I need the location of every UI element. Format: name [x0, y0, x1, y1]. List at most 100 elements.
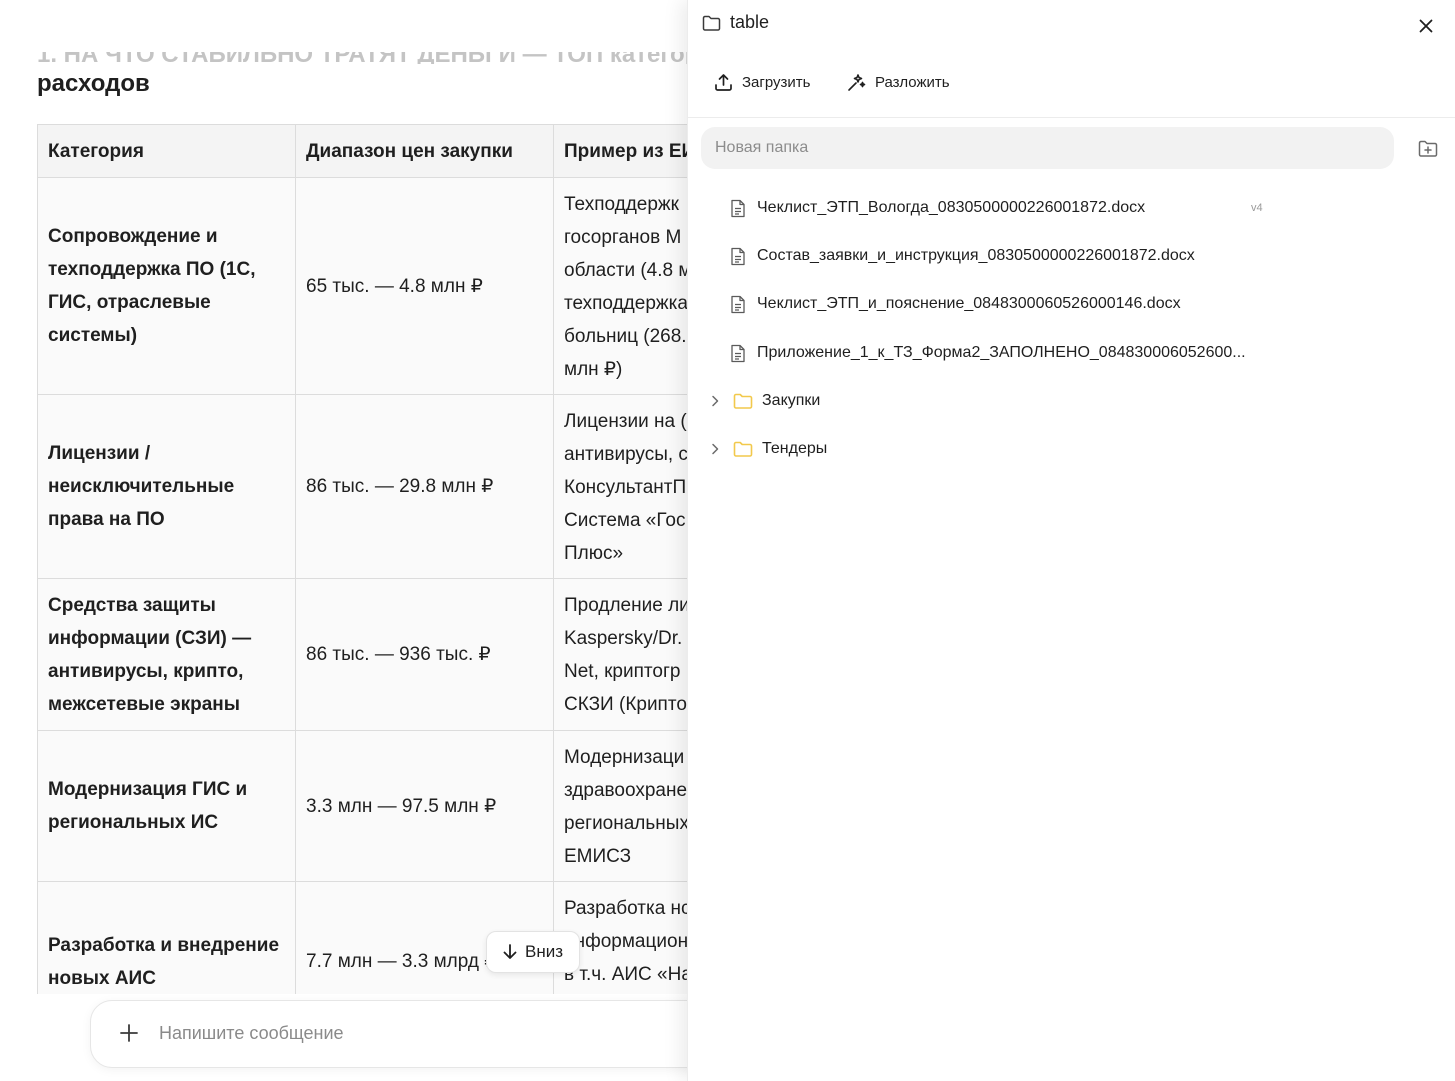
cell-category-line: неисключительные — [48, 476, 235, 497]
cell-example-line: Техподдержк — [564, 194, 679, 215]
cell-category: Сопровождение и техподдержка ПО (1С, ГИС, … — [37, 177, 296, 395]
folder-item[interactable]: Закупки — [707, 389, 820, 413]
arrange-button[interactable]: Разложить — [847, 73, 950, 92]
column-header-example: Пример из ЕИС — [553, 124, 700, 178]
section-heading: расходов — [37, 70, 150, 97]
document-icon — [730, 295, 746, 314]
scroll-down-label: Вниз — [524, 942, 564, 961]
cell-example-line: ЕМИСЗ — [564, 846, 632, 867]
new-folder-input[interactable] — [701, 127, 1394, 169]
document-icon — [730, 199, 746, 218]
file-item[interactable]: Приложение_1_к_ТЗ_Форма2_ЗАПОЛНЕНО_08483… — [730, 341, 1270, 365]
cell-category-line: Разработка и внедрение — [48, 934, 280, 956]
cell-example-line: антивирусы, с — [564, 444, 688, 465]
column-header-price-range: Диапазон цен закупки — [295, 124, 554, 178]
cell-example-line: Модернизаци — [564, 747, 685, 768]
cell-example-line: здравоохране — [564, 780, 688, 801]
cell-example-line: КонсультантП — [564, 477, 687, 498]
chevron-right-icon[interactable] — [707, 443, 723, 455]
cell-price-range: 86 тыс. — 936 тыс. ₽ — [295, 578, 554, 731]
file-name: Чеклист_ЭТП_Вологда_0830500000226001872.… — [757, 199, 1146, 216]
cell-category-line: системы) — [48, 325, 138, 346]
scroll-down-button[interactable]: Вниз — [486, 931, 580, 973]
cell-category-line: Сопровождение и — [48, 226, 218, 247]
expense-categories-table: Категория Диапазон цен закупки Пример из… — [37, 124, 700, 994]
cell-category-line: антивирусы, крипто, — [48, 660, 244, 682]
panel-title: table — [730, 12, 770, 32]
cell-example-line: Разработка нс — [564, 898, 691, 919]
cell-price-range: 86 тыс. — 29.8 млн ₽ — [295, 394, 554, 579]
table-row: Средства защиты информации (СЗИ) — антивир… — [37, 578, 700, 731]
cell-category-line: информации (СЗИ) — — [48, 627, 252, 649]
cell-category-line: Средства защиты — [48, 594, 216, 616]
cell-example-line: млн ₽) — [564, 359, 623, 380]
table-row: Разработка и внедрение новых АИС 7.7 млн —… — [37, 881, 700, 994]
cell-example: Продление ли Kaspersky/Dr. Net, криптогр СК… — [553, 578, 700, 731]
cell-example-line: информацион — [564, 931, 689, 952]
cell-example-line: Система «Гос — [564, 510, 686, 531]
table-container: Категория Диапазон цен закупки Пример из… — [37, 124, 700, 994]
cell-category-line: права на ПО — [48, 509, 165, 530]
file-item[interactable]: Состав_заявки_и_инструкция_0830500000226… — [730, 244, 1270, 268]
cell-category-line: региональных ИС — [48, 812, 219, 833]
cell-example-line: больниц (268. — [564, 326, 687, 347]
cell-example-line: в т.ч. АИС «На — [564, 964, 692, 985]
file-item[interactable]: Чеклист_ЭТП_и_пояснение_0848300060526000… — [730, 292, 1270, 316]
table-header-row: Категория Диапазон цен закупки Пример из… — [37, 124, 700, 178]
cell-example: Модернизаци здравоохране региональных ЕМИСЗ — [553, 730, 700, 882]
column-header-category: Категория — [37, 124, 296, 178]
cell-example-line: Лицензии на ( — [564, 411, 687, 432]
upload-button[interactable]: Загрузить — [714, 73, 811, 92]
cell-example-line: техподдержка — [564, 293, 688, 314]
file-name: Состав_заявки_и_инструкция_0830500000226… — [757, 247, 1195, 264]
folder-outline-icon — [702, 15, 721, 31]
cell-example-line: Продление ли — [564, 595, 690, 616]
cell-price-range: 3.3 млн — 97.5 млн ₽ — [295, 730, 554, 882]
cell-example-line: СКЗИ (Крипто — [564, 694, 687, 715]
close-button[interactable] — [1414, 14, 1438, 38]
chevron-right-icon[interactable] — [707, 395, 723, 407]
document-icon — [730, 247, 746, 266]
folder-name: Закупки — [762, 392, 821, 409]
toolbar-divider — [688, 117, 1455, 118]
cell-example-line: области (4.8 м — [564, 260, 692, 281]
file-item[interactable]: Чеклист_ЭТП_Вологда_0830500000226001872.… — [730, 196, 1270, 220]
folder-item[interactable]: Тендеры — [707, 437, 827, 461]
cell-example-line: региональных — [564, 813, 689, 834]
cell-category: Модернизация ГИС и региональных ИС — [37, 730, 296, 882]
cell-category-line: Лицензии / — [48, 443, 151, 464]
version-badge: v4 — [1251, 202, 1263, 214]
upload-icon — [715, 74, 732, 91]
plus-icon[interactable] — [117, 1021, 141, 1045]
table-row: Лицензии / неисключительные права на ПО 86 … — [37, 394, 700, 579]
file-name: Приложение_1_к_ТЗ_Форма2_ЗАПОЛНЕНО_08483… — [757, 344, 1246, 361]
close-icon — [1419, 19, 1433, 33]
cell-category-line: ГИС, отраслевые — [48, 292, 211, 313]
sparkle-wand-icon — [848, 74, 866, 91]
cell-category: Разработка и внедрение новых АИС — [37, 881, 296, 994]
cell-example-line: Плюс» — [564, 543, 624, 564]
file-panel: table Загрузить Разложить Чеклист_ЭТП_Во… — [687, 0, 1455, 1081]
arrange-label: Разложить — [875, 74, 950, 91]
arrow-down-icon — [503, 944, 517, 959]
cell-category: Лицензии / неисключительные права на ПО — [37, 394, 296, 579]
cell-example-line: Net, криптогр — [564, 661, 681, 682]
cell-category: Средства защиты информации (СЗИ) — антивир… — [37, 578, 296, 731]
cell-category-line: новых АИС — [48, 967, 156, 989]
cell-example: Техподдержк госорганов М области (4.8 м тех… — [553, 177, 700, 395]
folder-icon — [733, 393, 753, 409]
cell-example-line: госорганов М — [564, 227, 682, 248]
cell-category-line: Модернизация ГИС и — [48, 779, 248, 800]
message-input[interactable]: Напишите сообщение — [159, 1023, 344, 1044]
document-icon — [730, 344, 746, 363]
folder-name: Тендеры — [762, 440, 828, 457]
file-name: Чеклист_ЭТП_и_пояснение_0848300060526000… — [757, 295, 1181, 312]
table-row: Сопровождение и техподдержка ПО (1С, ГИС, … — [37, 177, 700, 395]
panel-header: table — [702, 12, 769, 33]
add-folder-icon[interactable] — [1417, 138, 1439, 160]
message-composer[interactable]: Напишите сообщение — [90, 1000, 790, 1068]
cell-category-line: техподдержка ПО (1С, — [48, 259, 256, 280]
upload-label: Загрузить — [742, 74, 811, 91]
cell-category-line: межсетевые экраны — [48, 693, 240, 715]
cell-price-range: 65 тыс. — 4.8 млн ₽ — [295, 177, 554, 395]
